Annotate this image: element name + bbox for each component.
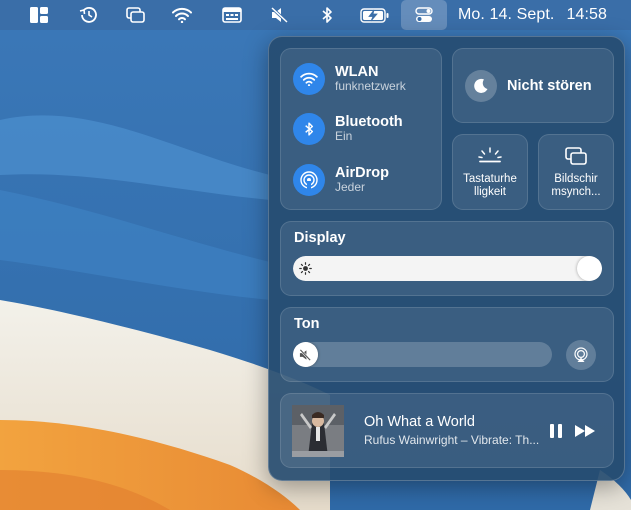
pause-icon[interactable] [549,423,563,444]
wlan-row[interactable]: WLAN funknetzwerk [293,63,406,95]
keyboard-viewer-icon[interactable] [220,0,244,30]
screen-mirroring-icon[interactable] [124,0,148,30]
bluetooth-icon[interactable] [315,0,339,30]
bluetooth-subtitle: Ein [335,129,353,144]
sun-icon [298,261,313,276]
display-brightness-slider[interactable] [293,256,602,281]
moon-icon [465,70,497,102]
connectivity-tile: WLAN funknetzwerk Bluetooth Ein AirDrop … [280,48,442,210]
bluetooth-icon[interactable] [293,113,325,145]
sound-label: Ton [294,316,320,332]
screen-mirroring-icon [539,147,613,165]
window-tiling-icon[interactable] [27,0,51,30]
sound-muted-icon[interactable] [268,0,292,30]
display-brightness-knob[interactable] [577,256,602,281]
screen-mirroring-label-line2: msynch... [551,186,601,198]
dnd-label: Nicht stören [507,78,592,94]
now-playing-artist: Rufus Wainwright – Vibrate: Th... [364,433,540,447]
sound-volume-slider[interactable] [293,342,552,367]
bluetooth-title: Bluetooth [335,113,403,130]
display-label: Display [294,230,346,246]
keyboard-brightness-label-line2: lligkeit [474,186,506,198]
menu-bar: Mo. 14. Sept. 14:58 [0,0,631,30]
album-cover[interactable] [292,405,344,457]
control-center-panel: WLAN funknetzwerk Bluetooth Ein AirDrop … [268,36,625,481]
do-not-disturb-tile[interactable]: Nicht stören [452,48,614,123]
skip-forward-icon[interactable] [574,424,596,443]
display-brightness-fill [293,256,602,281]
screen-mirroring-label-line1: Bildschir [554,173,598,185]
now-playing-title: Oh What a World [364,414,475,430]
sound-tile: Ton [280,307,614,382]
airdrop-icon[interactable] [293,164,325,196]
time-machine-icon[interactable] [77,0,101,30]
display-tile: Display [280,221,614,296]
wifi-icon[interactable] [293,63,325,95]
clock-time: 14:58 [566,6,608,23]
keyboard-brightness-icon [453,147,527,163]
wlan-title: WLAN [335,63,379,80]
bluetooth-row[interactable]: Bluetooth Ein [293,113,403,145]
menu-bar-clock[interactable]: Mo. 14. Sept. 14:58 [458,0,607,30]
airdrop-subtitle: Jeder [335,180,366,195]
wifi-icon[interactable] [170,0,194,30]
control-center-icon[interactable] [401,0,447,30]
keyboard-brightness-tile[interactable]: Tastaturhe lligkeit [452,134,528,210]
battery-charging-icon[interactable] [358,0,392,30]
keyboard-brightness-label-line1: Tastaturhe [463,173,517,185]
clock-date: Mo. 14. Sept. [458,6,555,23]
speaker-muted-icon [298,347,313,362]
airdrop-title: AirDrop [335,164,389,181]
airdrop-row[interactable]: AirDrop Jeder [293,164,389,196]
screen-mirroring-tile[interactable]: Bildschir msynch... [538,134,614,210]
airplay-audio-icon[interactable] [566,340,596,370]
now-playing-tile: Oh What a World Rufus Wainwright – Vibra… [280,393,614,468]
wlan-subtitle: funknetzwerk [335,79,406,94]
